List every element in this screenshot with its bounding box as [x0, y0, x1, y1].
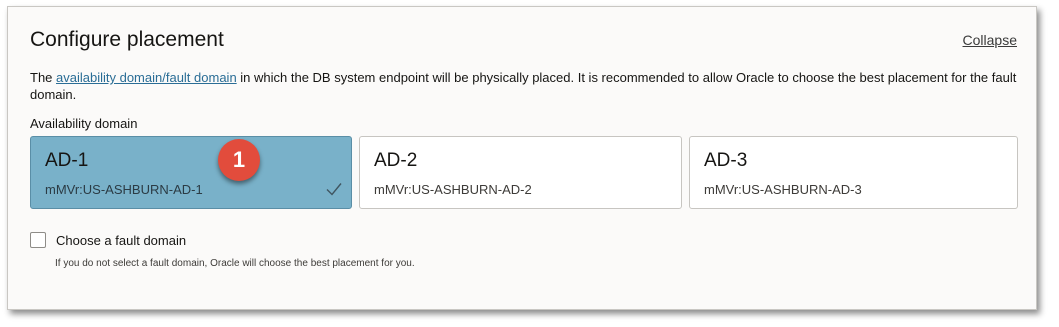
ad-option-ad-2[interactable]: AD-2 mMVr:US-ASHBURN-AD-2: [359, 136, 682, 209]
availability-fault-domain-link[interactable]: availability domain/fault domain: [56, 70, 237, 85]
fault-domain-helper-text: If you do not select a fault domain, Ora…: [55, 258, 415, 269]
checkmark-icon: [326, 183, 342, 196]
fault-domain-checkbox[interactable]: [30, 232, 46, 248]
panel-title: Configure placement: [30, 28, 224, 51]
ad-option-ad-3[interactable]: AD-3 mMVr:US-ASHBURN-AD-3: [689, 136, 1018, 209]
ad-option-ad-1[interactable]: AD-1 mMVr:US-ASHBURN-AD-1: [30, 136, 352, 209]
configure-placement-panel: Configure placement Collapse The availab…: [7, 6, 1037, 310]
ad-option-subtitle: mMVr:US-ASHBURN-AD-2: [374, 182, 532, 197]
ad-option-name: AD-2: [374, 150, 418, 171]
fault-domain-checkbox-label[interactable]: Choose a fault domain: [56, 233, 186, 248]
placement-description: The availability domain/fault domain in …: [30, 69, 1020, 103]
availability-domain-label: Availability domain: [30, 116, 138, 131]
annotation-badge: 1: [218, 139, 260, 181]
description-prefix: The: [30, 70, 57, 85]
ad-option-name: AD-1: [45, 150, 89, 171]
ad-option-subtitle: mMVr:US-ASHBURN-AD-1: [45, 182, 203, 197]
ad-option-name: AD-3: [704, 150, 748, 171]
collapse-link[interactable]: Collapse: [963, 32, 1017, 48]
ad-option-subtitle: mMVr:US-ASHBURN-AD-3: [704, 182, 862, 197]
